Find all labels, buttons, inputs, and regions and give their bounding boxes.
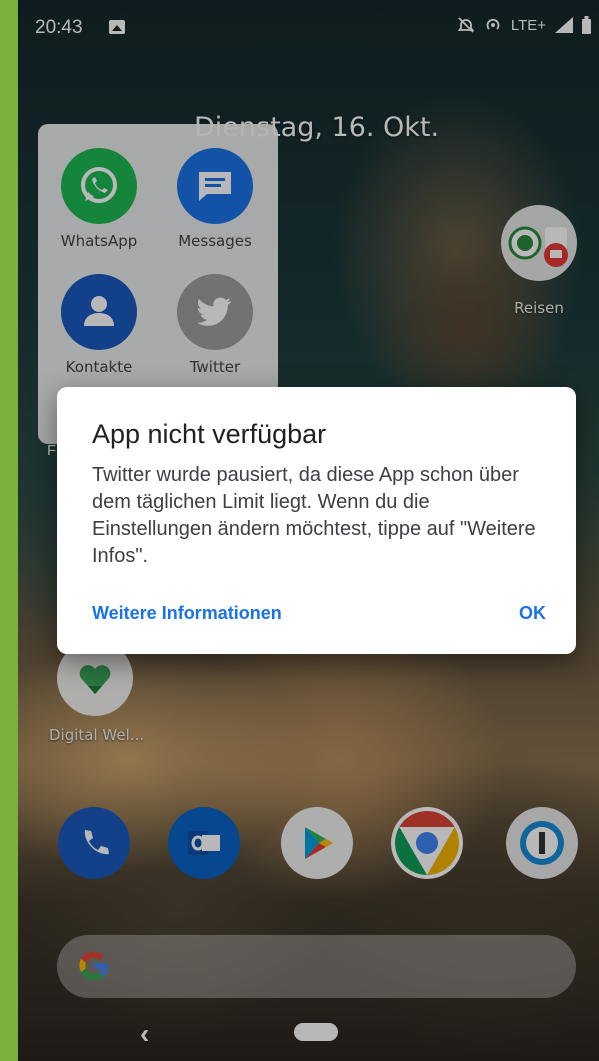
home-screen: 20:43 LTE+ Dienstag, 16. Okt. WhatsApp M…: [18, 0, 599, 1061]
dialog-message: Twitter wurde pausiert, da diese App sch…: [92, 464, 536, 567]
ok-button[interactable]: OK: [519, 603, 546, 624]
dialog-title: App nicht verfügbar: [92, 419, 327, 449]
more-info-button[interactable]: Weitere Informationen: [92, 603, 282, 624]
app-unavailable-dialog: App nicht verfügbar Twitter wurde pausie…: [57, 387, 576, 654]
